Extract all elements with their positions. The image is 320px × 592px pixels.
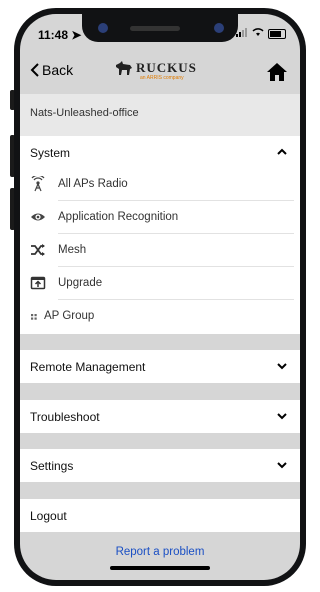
menu-item-label: Application Recognition — [58, 211, 179, 223]
upgrade-icon — [30, 276, 46, 290]
sensor-icon — [214, 23, 224, 33]
menu-item-ap-group[interactable]: AP Group — [20, 300, 300, 334]
chevron-down-icon — [277, 413, 287, 420]
troubleshoot-label: Troubleshoot — [30, 410, 100, 424]
chevron-left-icon — [30, 63, 39, 77]
menu-item-all-aps-radio[interactable]: All APs Radio — [20, 168, 300, 201]
signal-icon — [236, 28, 248, 40]
dog-logo-icon — [114, 59, 134, 82]
remote-management-label: Remote Management — [30, 360, 146, 374]
system-label: System — [30, 146, 71, 160]
site-name: Nats-Unleashed-office — [30, 107, 139, 119]
chevron-down-icon — [277, 363, 287, 370]
menu-item-mesh[interactable]: Mesh — [20, 234, 300, 267]
speaker-icon — [130, 26, 180, 31]
eye-icon — [31, 213, 45, 221]
settings-label: Settings — [30, 459, 74, 473]
phone-frame: 11:48 ➤ Back RUCKUS an ARRIS company Nat… — [14, 8, 306, 586]
back-button[interactable]: Back — [30, 62, 73, 78]
home-icon[interactable] — [266, 61, 288, 83]
remote-management-section-header[interactable]: Remote Management — [20, 350, 300, 383]
logout-label: Logout — [30, 509, 67, 523]
menu-item-label: All APs Radio — [58, 178, 128, 190]
status-bar: 11:48 ➤ — [20, 14, 300, 52]
menu-item-label: AP Group — [44, 310, 95, 322]
menu-item-upgrade[interactable]: Upgrade — [20, 267, 300, 300]
status-time: 11:48 ➤ — [38, 28, 82, 42]
spacer — [20, 482, 300, 499]
home-indicator[interactable] — [110, 566, 210, 570]
grid-icon — [31, 314, 37, 320]
logo-tagline: an ARRIS company — [140, 75, 184, 81]
report-problem-link[interactable]: Report a problem — [20, 546, 300, 558]
logout-button[interactable]: Logout — [20, 499, 300, 532]
screen: 11:48 ➤ Back RUCKUS an ARRIS company Nat… — [20, 14, 300, 580]
menu-item-label: Mesh — [58, 244, 87, 256]
notch — [82, 14, 238, 42]
status-icons — [236, 28, 286, 40]
spacer — [20, 383, 300, 400]
menu-item-application-recognition[interactable]: Application Recognition — [20, 201, 300, 234]
shuffle-icon — [31, 244, 45, 256]
logo-text: RUCKUS — [136, 60, 197, 75]
camera-icon — [98, 23, 108, 33]
settings-section-header[interactable]: Settings — [20, 449, 300, 482]
ruckus-logo: RUCKUS an ARRIS company — [114, 57, 204, 87]
spacer — [20, 334, 300, 350]
menu-item-label: Upgrade — [58, 277, 103, 289]
system-section-header[interactable]: System — [20, 136, 300, 169]
chevron-up-icon — [277, 148, 287, 155]
chevron-down-icon — [277, 462, 287, 469]
wifi-icon — [252, 28, 264, 40]
back-label: Back — [42, 62, 74, 78]
wifi-antenna-icon — [31, 176, 45, 192]
nav-bar: Back RUCKUS an ARRIS company — [20, 52, 300, 92]
battery-icon — [268, 29, 286, 39]
spacer — [20, 433, 300, 449]
troubleshoot-section-header[interactable]: Troubleshoot — [20, 400, 300, 433]
site-name-bar: Nats-Unleashed-office — [20, 94, 300, 136]
